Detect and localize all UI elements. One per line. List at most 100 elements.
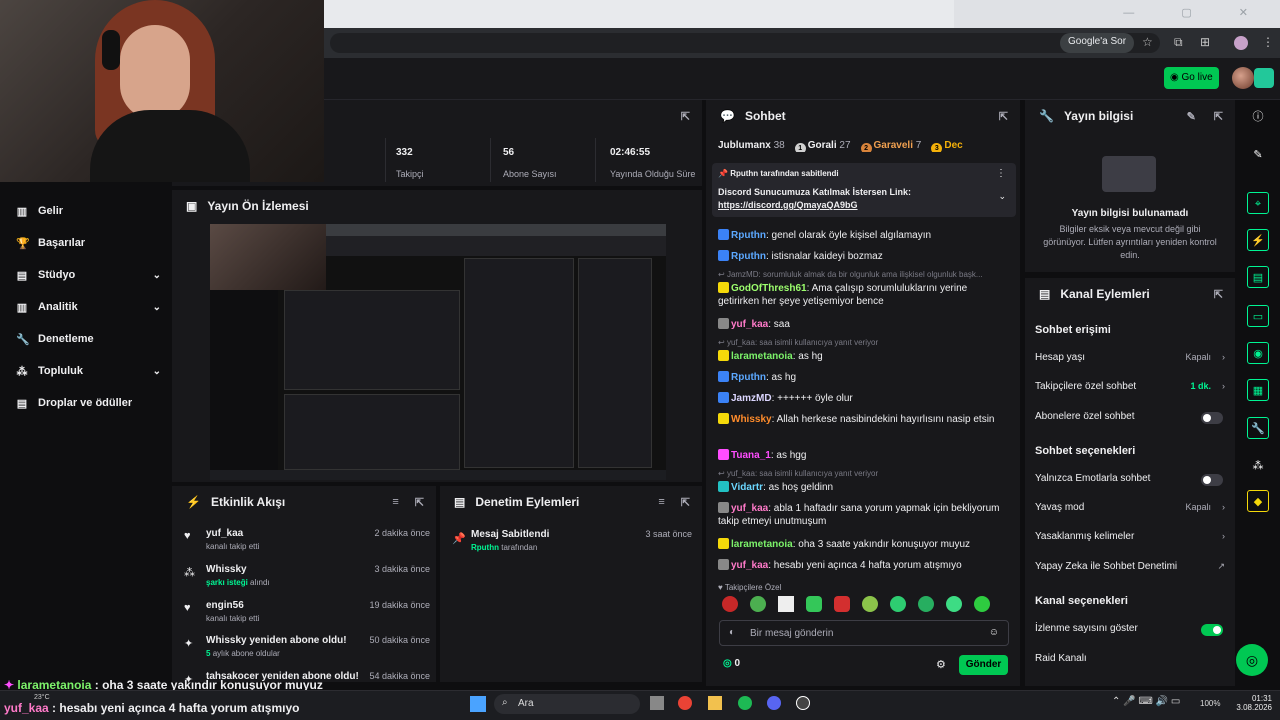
send-button[interactable]: Gönder — [959, 655, 1008, 675]
pinned-message[interactable]: 📌 Rputhn tarafından sabitlendi ⋮ Discord… — [712, 163, 1016, 217]
chat-message[interactable]: Whissky: Allah herkese nasibindekini hay… — [718, 413, 1008, 426]
broadcast-icon[interactable]: ◉ — [1247, 342, 1269, 364]
chat-username[interactable]: yuf_kaa — [731, 319, 768, 330]
browser-tab[interactable] — [324, 0, 954, 28]
popout-icon[interactable]: ⇱ — [681, 110, 690, 123]
chat-reply-context[interactable]: ↩ yuf_kaa: saa isimli kullanıcıya yanıt … — [718, 469, 1008, 478]
obs-icon[interactable] — [796, 696, 810, 710]
stream-preview-video[interactable] — [210, 224, 666, 480]
chrome-taskbar-icon[interactable] — [678, 696, 692, 710]
banned-words-row[interactable]: Yasaklanmış kelimeler › — [1035, 531, 1225, 547]
windows-start-icon[interactable] — [470, 696, 486, 712]
channel-points[interactable]: ◎ 0 — [723, 658, 740, 669]
subs-chat-row[interactable]: Abonelere özel sohbet — [1035, 411, 1225, 427]
emote-only-toggle[interactable] — [1201, 474, 1223, 486]
channel-icon[interactable]: ▦ — [1247, 379, 1269, 401]
chat-message[interactable]: Rputhn: istisnalar kaideyi bozmaz — [718, 250, 1008, 263]
chat-message[interactable]: Vidartr: as hoş geldinn — [718, 481, 1008, 494]
emoji-icon[interactable]: ☺ — [989, 627, 999, 638]
taskbar-search[interactable]: ⌕ Ara — [494, 694, 640, 714]
go-live-button[interactable]: ◉ Go live — [1164, 67, 1219, 89]
add-widget-icon[interactable]: ◆ — [1247, 490, 1269, 512]
slow-mode-row[interactable]: Yavaş mod Kapalı › — [1035, 502, 1225, 518]
account-age-row[interactable]: Hesap yaşı Kapalı › — [1035, 352, 1225, 368]
nav-item[interactable]: ▤ Stüdyo ⌄ — [16, 264, 161, 286]
chat-message[interactable]: yuf_kaa: saa — [718, 318, 1008, 331]
popout-icon[interactable]: ⇱ — [1214, 288, 1223, 301]
filter-icon[interactable]: ≡ — [658, 496, 664, 508]
app-icon[interactable] — [1254, 68, 1274, 88]
emote-row[interactable] — [722, 596, 1012, 614]
bookmark-star-icon[interactable]: ☆ — [1142, 35, 1153, 49]
leaderboard-entry[interactable]: 2 Garaveli 7 — [860, 140, 921, 152]
chat-message[interactable]: yuf_kaa: abla 1 haftadır sana yorum yapm… — [718, 502, 1008, 528]
profile-avatar[interactable] — [1234, 36, 1248, 50]
popout-icon[interactable]: ⇱ — [681, 496, 690, 509]
ai-mod-row[interactable]: Yapay Zeka ile Sohbet Denetimi ↗ — [1035, 561, 1225, 577]
wrench-icon[interactable]: 🔧 — [1247, 417, 1269, 439]
show-viewers-row[interactable]: İzlenme sayısını göster — [1035, 623, 1225, 639]
settings-gear-icon[interactable]: ⚙ — [936, 658, 946, 671]
google-ask-button[interactable]: Google'a Sor — [1060, 33, 1135, 53]
chat-message[interactable]: larametanoia: as hg — [718, 350, 1008, 363]
nav-item[interactable]: 🏆 Başarılar — [16, 232, 161, 254]
chat-message[interactable]: Tuana_1: as hgg — [718, 449, 1008, 462]
chat-message[interactable]: Rputhn: as hg — [718, 371, 1008, 384]
activity-item[interactable]: ✦ Whissky yeniden abone oldu! 50 dakika ön… — [184, 635, 430, 669]
edit-icon[interactable]: ✎ — [1187, 110, 1196, 123]
raid-row[interactable]: Raid Kanalı — [1035, 653, 1225, 669]
chat-message[interactable]: larametanoia: oha 3 saate yakındır konuş… — [718, 538, 1008, 551]
chat-leaderboard[interactable]: Jublumanx 38 1 Gorali 27 2 Garaveli 7 3 Dec — [718, 140, 1010, 152]
chat-input[interactable]: ◐ Bir mesaj gönderin ☺ — [719, 620, 1009, 646]
chat-username[interactable]: yuf_kaa — [731, 560, 768, 571]
emote-only-row[interactable]: Yalnızca Emotlarla sohbet — [1035, 473, 1225, 489]
chat-username[interactable]: yuf_kaa — [731, 503, 768, 514]
chat-message[interactable]: GodOfThresh61: Ama çalışıp sorumluluklar… — [718, 282, 1008, 308]
chat-username[interactable]: JamzMD — [731, 393, 772, 404]
clip-icon[interactable]: ⌖ — [1247, 192, 1269, 214]
menu-kebab-icon[interactable]: ⋮ — [1262, 35, 1274, 49]
nav-item[interactable]: ▥ Analitik ⌄ — [16, 296, 161, 318]
edit-icon[interactable]: ✎ — [1247, 144, 1269, 166]
activity-item[interactable]: ♥ yuf_kaa 2 dakika önce kanalı takip etti — [184, 528, 430, 562]
chat-username[interactable]: larametanoia — [731, 351, 793, 362]
chat-username[interactable]: larametanoia — [731, 539, 793, 550]
user-avatar[interactable] — [1232, 67, 1254, 89]
window-controls[interactable]: — ▢ ✕ — [1123, 6, 1270, 19]
chat-reply-context[interactable]: ↩ JamzMD: sorumluluk almak da bir olgunl… — [718, 270, 1008, 279]
popout-icon[interactable]: ⇱ — [999, 110, 1008, 123]
show-viewers-toggle[interactable] — [1201, 624, 1223, 636]
chevron-down-icon[interactable]: ⌄ — [998, 191, 1006, 202]
document-icon[interactable]: ▤ — [1247, 266, 1269, 288]
lightning-icon[interactable]: ⚡ — [1247, 229, 1269, 251]
chat-icon[interactable]: ▭ — [1247, 305, 1269, 327]
puzzle-icon[interactable]: ⊞ — [1200, 35, 1210, 49]
clock[interactable]: 01:31 3.08.2026 — [1232, 694, 1272, 712]
nav-item[interactable]: 🔧 Denetleme — [16, 328, 161, 350]
nav-item[interactable]: ⁂ Topluluk ⌄ — [16, 360, 162, 382]
support-fab[interactable]: ◎ — [1236, 644, 1268, 676]
community-icon[interactable]: ⁂ — [1247, 455, 1269, 477]
filter-icon[interactable]: ≡ — [392, 496, 398, 508]
nav-item[interactable]: ▤ Droplar ve ödüller — [16, 392, 161, 414]
chat-message[interactable]: JamzMD: ++++++ öyle olur — [718, 392, 1008, 405]
address-input[interactable] — [330, 33, 1160, 53]
chat-message[interactable]: yuf_kaa: hesabı yeni açınca 4 hafta yoru… — [718, 559, 1008, 572]
chat-username[interactable]: GodOfThresh61 — [731, 283, 807, 294]
nav-item[interactable]: ▥ Gelir — [16, 200, 161, 222]
pinned-more-icon[interactable]: ⋮ — [996, 168, 1006, 179]
points-icon[interactable]: ◐ — [729, 627, 735, 638]
spotify-icon[interactable] — [738, 696, 752, 710]
chat-username[interactable]: Rputhn — [731, 372, 766, 383]
chat-username[interactable]: Whissky — [731, 414, 772, 425]
extensions-icon[interactable]: ⧉ — [1174, 35, 1183, 50]
chat-username[interactable]: Rputhn — [731, 251, 766, 262]
leaderboard-entry[interactable]: 3 Dec — [931, 140, 963, 152]
activity-item[interactable]: ♥ engin56 19 dakika önce kanalı takip etti — [184, 600, 430, 634]
file-explorer-icon[interactable] — [708, 696, 722, 710]
info-icon[interactable]: ⓘ — [1247, 106, 1269, 128]
chat-username[interactable]: Tuana_1 — [731, 450, 771, 461]
system-tray[interactable]: ⌃ 🎤 ⌨ 🔊 ▭ — [1112, 696, 1180, 707]
popout-icon[interactable]: ⇱ — [1214, 110, 1223, 123]
chat-reply-context[interactable]: ↩ yuf_kaa: saa isimli kullanıcıya yanıt … — [718, 338, 1008, 347]
